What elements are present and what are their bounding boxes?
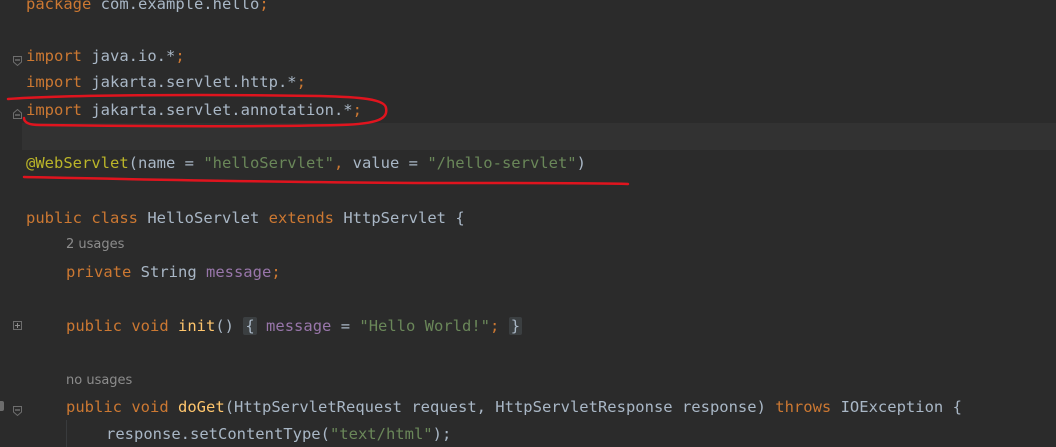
code-line-field-message[interactable]: private String message; xyxy=(66,259,1056,286)
keyword-class: class xyxy=(91,209,139,227)
string-servlet-name: "helloServlet" xyxy=(203,154,334,172)
annotation-value-key: value = xyxy=(343,154,428,172)
keyword-extends: extends xyxy=(268,209,334,227)
red-underline-annotation xyxy=(22,175,630,186)
keyword-void: void xyxy=(131,317,169,335)
code-line-webservlet-annotation[interactable]: @WebServlet(name = "helloServlet", value… xyxy=(26,150,1056,177)
code-line-class-declaration[interactable]: public class HelloServlet extends HttpSe… xyxy=(26,205,1056,232)
code-line-import-servlet-annotation[interactable]: import jakarta.servlet.annotation.*; xyxy=(26,97,1056,124)
type-string: String xyxy=(131,263,206,281)
class-name: HelloServlet xyxy=(138,209,269,227)
code-line-import-java-io[interactable]: import java.io.*; xyxy=(26,43,1056,70)
keyword-import: import xyxy=(26,47,82,65)
import-path: jakarta.servlet.annotation.* xyxy=(82,101,353,119)
string-hello-world: "Hello World!" xyxy=(359,317,491,335)
field-message: message xyxy=(205,263,272,281)
annotation-webservlet: @WebServlet xyxy=(26,154,129,172)
string-servlet-path: "/hello-servlet" xyxy=(427,154,577,172)
folded-close-brace[interactable]: } xyxy=(508,317,523,335)
code-line-doget-method[interactable]: public void doGet(HttpServletRequest req… xyxy=(66,394,1056,421)
fold-start-icon[interactable] xyxy=(13,52,22,67)
semicolon: ; xyxy=(352,101,362,119)
code-editor[interactable]: package com.example.hello; import java.i… xyxy=(0,0,1056,447)
method-params: (HttpServletRequest request, HttpServlet… xyxy=(224,398,776,416)
folded-open-brace[interactable]: { xyxy=(243,317,257,335)
keyword-private: private xyxy=(66,263,132,281)
indent-guide xyxy=(66,420,67,447)
annotation-args-close: ) xyxy=(576,154,586,172)
keyword-import: import xyxy=(26,101,82,119)
field-message: message xyxy=(266,317,332,335)
keyword-public: public xyxy=(26,209,82,227)
import-path: jakarta.servlet.http.* xyxy=(82,73,297,91)
call-close: ); xyxy=(432,425,452,443)
fold-start-icon[interactable] xyxy=(13,402,22,417)
semicolon: ; xyxy=(490,317,500,335)
gutter-marker xyxy=(0,401,4,411)
package-name: com.example.hello xyxy=(91,0,260,13)
code-line-package[interactable]: package com.example.hello; xyxy=(26,0,1056,18)
keyword-public: public xyxy=(66,398,122,416)
method-parens: () xyxy=(215,317,244,335)
semicolon: ; xyxy=(296,73,306,91)
comma: , xyxy=(333,154,344,172)
code-line-set-content-type[interactable]: response.setContentType("text/html"); xyxy=(106,421,1056,447)
method-call: response.setContentType( xyxy=(106,425,330,443)
exception-type: IOException { xyxy=(831,398,962,416)
keyword-throws: throws xyxy=(775,398,832,416)
assign-operator: = xyxy=(331,317,360,335)
code-line-import-servlet-http[interactable]: import jakarta.servlet.http.*; xyxy=(26,69,1056,96)
fold-expand-icon[interactable] xyxy=(13,321,22,330)
semicolon: ; xyxy=(259,0,269,13)
annotation-args-open: (name = xyxy=(128,154,204,172)
keyword-void: void xyxy=(131,398,169,416)
no-usages-hint[interactable]: no usages xyxy=(66,371,132,391)
semicolon: ; xyxy=(271,263,281,281)
fold-end-icon[interactable] xyxy=(13,105,22,119)
keyword-import: import xyxy=(26,73,82,91)
semicolon: ; xyxy=(175,47,185,65)
import-path: java.io.* xyxy=(82,47,176,65)
keyword-package: package xyxy=(26,0,92,13)
superclass-name: HttpServlet { xyxy=(334,209,465,227)
editor-gutter[interactable] xyxy=(0,0,22,447)
keyword-public: public xyxy=(66,317,122,335)
string-text-html: "text/html" xyxy=(329,425,433,443)
code-line-init-method[interactable]: public void init() { message = "Hello Wo… xyxy=(66,313,1056,340)
method-init: init xyxy=(178,317,216,335)
usages-hint[interactable]: 2 usages xyxy=(66,235,124,255)
method-doget: doGet xyxy=(178,398,225,416)
code-line-current-blank[interactable] xyxy=(22,123,1056,150)
